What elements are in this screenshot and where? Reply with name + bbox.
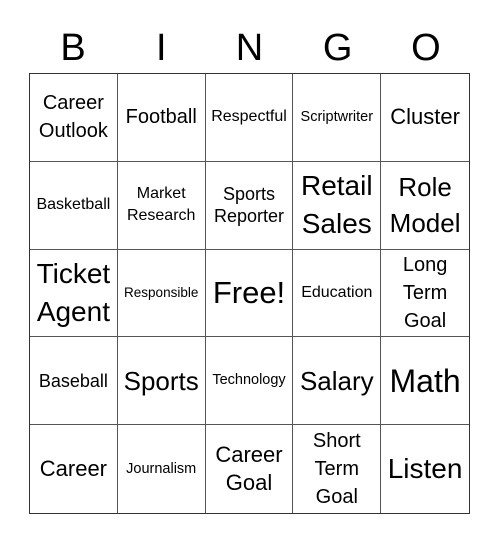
bingo-cell-label: Ticket Agent <box>36 257 111 327</box>
bingo-cell[interactable]: Education <box>293 249 382 338</box>
bingo-cell-label: Free! <box>212 274 286 310</box>
bingo-cell-label: Math <box>389 362 461 399</box>
bingo-cell-label: Respectful <box>211 108 287 126</box>
bingo-cell[interactable]: Short Term Goal <box>293 425 382 513</box>
bingo-cell-label: Retail Sales <box>300 170 373 240</box>
header-letter-o: O <box>411 27 441 69</box>
bingo-cell[interactable]: Cluster <box>381 74 469 162</box>
bingo-cell[interactable]: Journalism <box>118 425 206 513</box>
bingo-cell[interactable]: Career Outlook <box>30 74 118 162</box>
bingo-cell-label: Long Term Goal <box>402 253 448 332</box>
bingo-cell-label: Cluster <box>390 104 460 130</box>
bingo-cell[interactable]: Math <box>381 337 469 426</box>
bingo-cell[interactable]: Retail Sales <box>293 161 382 250</box>
bingo-cell-label: Football <box>125 106 197 129</box>
bingo-cell[interactable]: Scriptwriter <box>293 74 382 162</box>
bingo-cell-label: Sports Reporter <box>213 184 284 227</box>
bingo-cell-label: Scriptwriter <box>300 108 374 125</box>
bingo-cell[interactable]: Career <box>30 425 118 513</box>
header-letter-n: N <box>235 27 264 69</box>
bingo-cell[interactable]: Responsible <box>117 249 206 338</box>
header-letter-i: I <box>156 27 167 69</box>
bingo-cell-label: Career Outlook <box>38 92 108 143</box>
header-letter-g: G <box>322 27 353 69</box>
bingo-cell-label: Journalism <box>126 460 197 477</box>
bingo-cell[interactable]: Role Model <box>381 162 469 250</box>
bingo-grid: Career Outlook Football Respectful Scriptwr… <box>29 73 470 514</box>
bingo-cell-label: Sports <box>123 365 199 396</box>
bingo-cell[interactable]: Market Research <box>117 161 206 250</box>
bingo-cell[interactable]: Sports Reporter <box>205 161 294 250</box>
bingo-cell[interactable]: Basketball <box>30 161 118 250</box>
bingo-cell-label: Education <box>301 283 373 301</box>
bingo-cell-label: Short Term Goal <box>312 430 361 509</box>
bingo-cell-label: Baseball <box>38 370 108 391</box>
bingo-cell-label: Career Goal <box>215 442 283 496</box>
bingo-cell[interactable]: Technology <box>205 337 294 426</box>
bingo-cell-label: Responsible <box>124 284 199 300</box>
bingo-cell-label: Listen <box>387 453 463 485</box>
bingo-cell[interactable]: Baseball <box>30 337 118 426</box>
bingo-cell[interactable]: Career Goal <box>206 425 294 513</box>
bingo-cell-label: Basketball <box>36 196 111 214</box>
header-letter-b: B <box>60 27 86 69</box>
bingo-cell[interactable]: Sports <box>117 337 206 426</box>
bingo-cell[interactable]: Football <box>117 74 206 162</box>
bingo-cell-label: Salary <box>299 365 374 396</box>
bingo-cell[interactable]: Long Term Goal <box>381 250 469 338</box>
bingo-cell[interactable]: Salary <box>293 337 382 426</box>
free-space-cell[interactable]: Free! <box>205 249 294 338</box>
bingo-cell[interactable]: Respectful <box>205 74 294 162</box>
bingo-cell[interactable]: Listen <box>381 425 469 513</box>
bingo-cell-label: Market Research <box>126 185 196 225</box>
bingo-cell-label: Career <box>39 456 108 482</box>
bingo-header: B I N G O <box>29 26 470 70</box>
bingo-cell-label: Role Model <box>389 172 461 239</box>
bingo-cell[interactable]: Ticket Agent <box>30 249 118 338</box>
bingo-cell-label: Technology <box>212 372 286 389</box>
